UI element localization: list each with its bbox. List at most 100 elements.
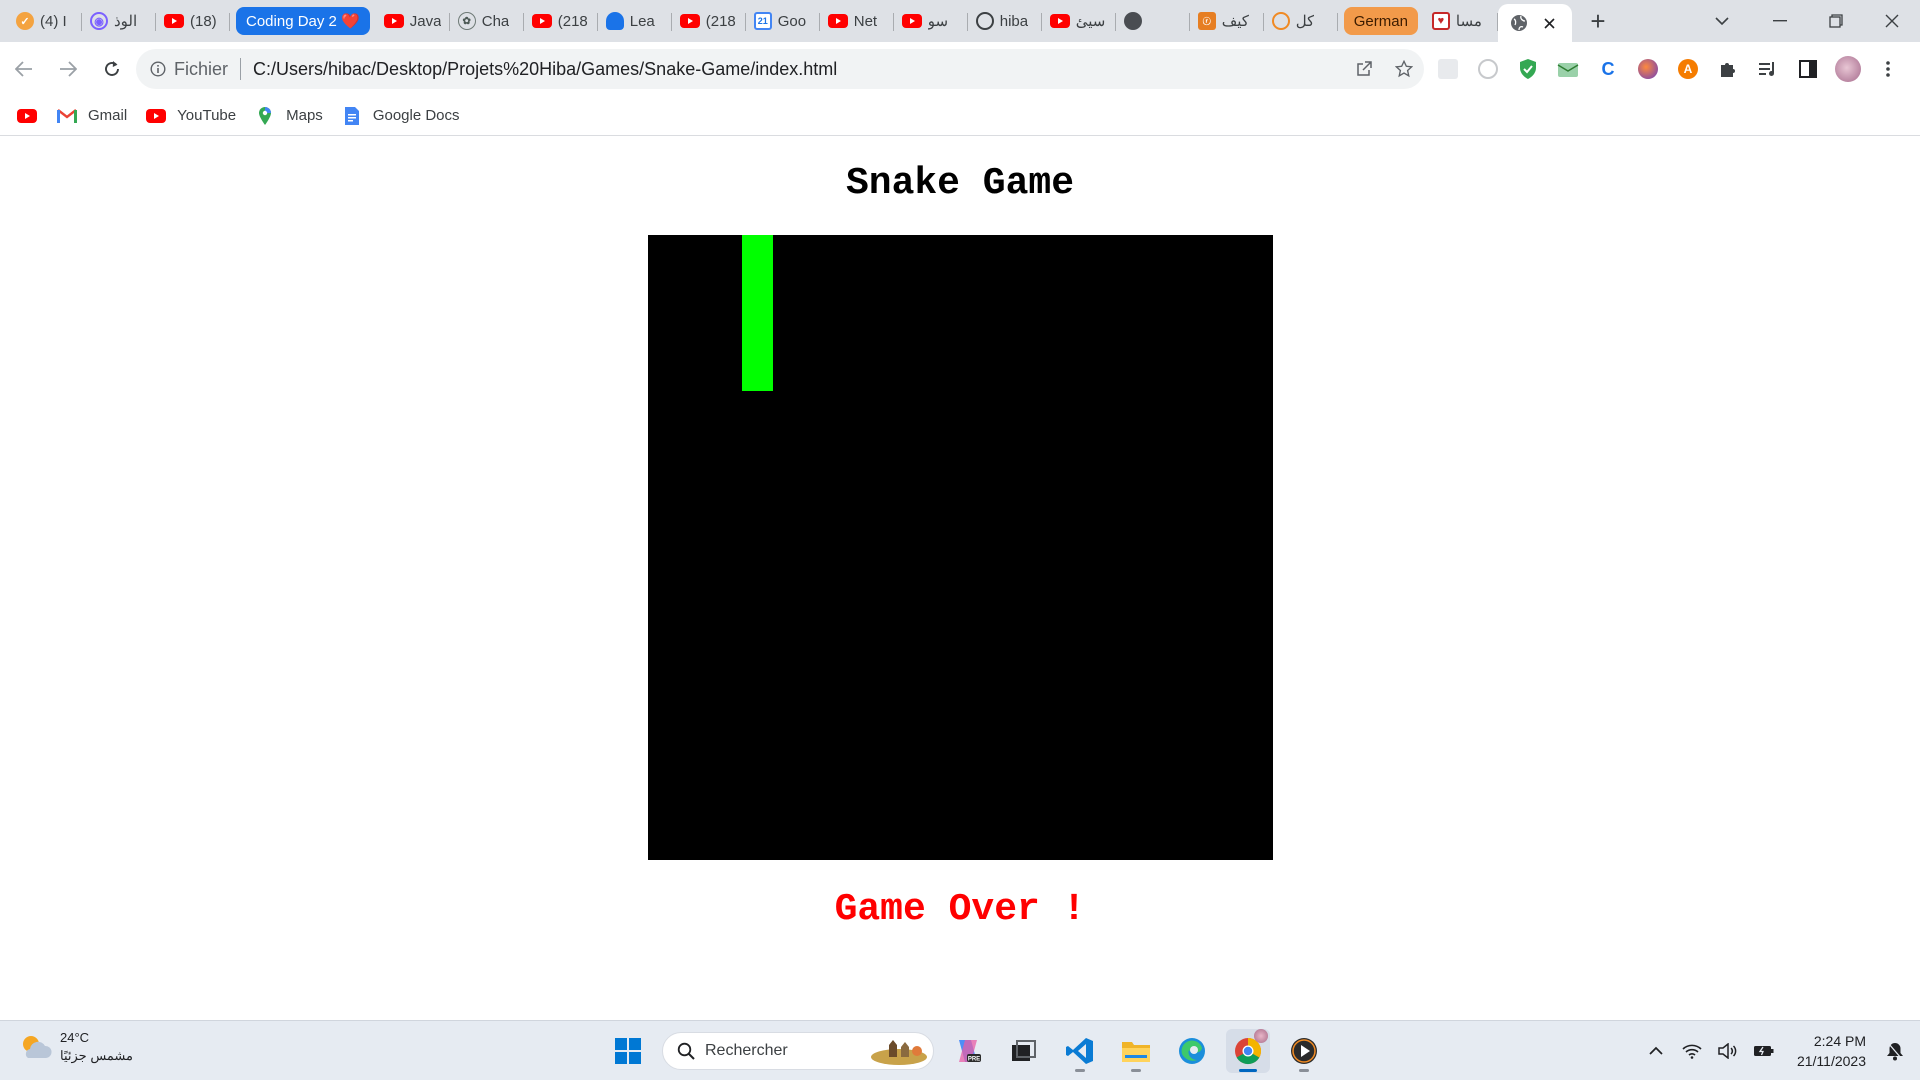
side-panel-button[interactable] xyxy=(1792,53,1824,85)
extension-shield-button[interactable] xyxy=(1512,53,1544,85)
game-over-message: Game Over ! xyxy=(834,888,1086,931)
extension-c-button[interactable]: C xyxy=(1592,53,1624,85)
taskbar-search-box[interactable]: Rechercher xyxy=(662,1032,934,1070)
media-controls-button[interactable] xyxy=(1752,53,1784,85)
taskbar-chrome[interactable] xyxy=(1226,1029,1270,1073)
tab[interactable]: ⓡ كيف xyxy=(1190,5,1264,37)
close-window-button[interactable] xyxy=(1864,0,1920,42)
extension-firefox-like-button[interactable] xyxy=(1632,53,1664,85)
taskbar-file-explorer[interactable] xyxy=(1114,1029,1158,1073)
tab-separator xyxy=(229,13,230,31)
site-info-button[interactable]: Fichier xyxy=(150,59,228,80)
taskbar-apps: Rechercher PRE xyxy=(606,1027,1326,1075)
bookmark-item[interactable] xyxy=(16,107,38,125)
tab[interactable]: Net xyxy=(820,5,894,37)
reload-button[interactable] xyxy=(92,49,132,89)
tab[interactable]: (218 xyxy=(672,5,746,37)
extension-orange-button[interactable]: A xyxy=(1672,53,1704,85)
tab[interactable]: ✓ (4) I xyxy=(8,5,82,37)
orange-circle-icon xyxy=(1271,12,1290,30)
snake-segment xyxy=(741,360,773,392)
tab[interactable]: Lea xyxy=(598,5,672,37)
taskbar-edge[interactable] xyxy=(1170,1029,1214,1073)
tab-title: Java xyxy=(409,12,442,30)
taskbar-media-player[interactable] xyxy=(1282,1029,1326,1073)
tab-group-chip[interactable]: German xyxy=(1343,7,1418,35)
tab[interactable]: ◉ الوذ xyxy=(82,5,156,37)
browser-menu-button[interactable] xyxy=(1872,53,1904,85)
search-highlight-image-icon xyxy=(871,1040,927,1065)
new-tab-button[interactable]: + xyxy=(1580,3,1616,39)
bookmark-star-button[interactable] xyxy=(1384,49,1424,89)
extension-mail-button[interactable] xyxy=(1552,53,1584,85)
extensions-menu-button[interactable] xyxy=(1712,53,1744,85)
tab-title: الوذ xyxy=(114,13,138,30)
bookmarks-bar: Gmail YouTube Maps Google Docs xyxy=(0,96,1920,136)
bookmark-icon-wrap xyxy=(254,106,276,125)
taskbar-clock[interactable]: 2:24 PM 21/11/2023 xyxy=(1797,1031,1866,1071)
bookmark-item[interactable]: Google Docs xyxy=(341,106,460,125)
tab[interactable]: 21 Goo xyxy=(746,5,820,37)
taskbar-copilot[interactable]: PRE xyxy=(946,1029,990,1073)
tab[interactable]: (18) xyxy=(156,5,230,37)
chevron-down-icon xyxy=(1715,17,1729,26)
youtube-icon xyxy=(827,14,848,28)
star-icon xyxy=(1395,60,1413,78)
extension-ghost-button[interactable] xyxy=(1472,53,1504,85)
tab[interactable]: كل xyxy=(1264,5,1338,37)
tab[interactable]: سو xyxy=(894,5,968,37)
tab[interactable]: Java xyxy=(376,5,450,37)
taskbar-task-view[interactable] xyxy=(1002,1029,1046,1073)
search-placeholder: Rechercher xyxy=(705,1042,788,1059)
wifi-button[interactable] xyxy=(1679,1038,1705,1064)
tab[interactable]: hiba xyxy=(968,5,1042,37)
share-button[interactable] xyxy=(1344,49,1384,89)
arrow-right-icon xyxy=(60,61,77,77)
tab-title: Goo xyxy=(777,12,807,30)
speaker-icon xyxy=(1718,1043,1737,1059)
notifications-button[interactable] xyxy=(1882,1038,1908,1064)
purple-orange-orb-icon xyxy=(1638,59,1658,79)
tab-active[interactable] xyxy=(1497,4,1572,42)
back-button[interactable] xyxy=(4,49,44,89)
minimize-button[interactable] xyxy=(1752,0,1808,42)
volume-button[interactable] xyxy=(1715,1038,1741,1064)
forward-button[interactable] xyxy=(48,49,88,89)
tab-title: مسا xyxy=(1455,13,1482,30)
tab[interactable] xyxy=(1116,5,1190,37)
extension-blank-button[interactable] xyxy=(1432,53,1464,85)
tab[interactable]: سيئ xyxy=(1042,5,1116,37)
bookmark-item[interactable]: Gmail xyxy=(56,107,127,125)
tab-close-button[interactable] xyxy=(1544,17,1555,29)
battery-charging-icon xyxy=(1753,1046,1774,1056)
tab[interactable]: (218 xyxy=(524,5,598,37)
start-button[interactable] xyxy=(606,1029,650,1073)
orange-check-icon: ✓ xyxy=(16,12,34,30)
tab[interactable]: ♥ مسا xyxy=(1424,5,1498,37)
profile-button[interactable] xyxy=(1832,53,1864,85)
bookmark-icon-wrap xyxy=(341,106,363,125)
restore-button[interactable] xyxy=(1808,0,1864,42)
page-title: Snake Game xyxy=(845,162,1075,205)
clock-time: 2:24 PM xyxy=(1813,1033,1866,1049)
minimize-icon xyxy=(1773,20,1787,22)
weather-condition: مشمس جزئيًا xyxy=(60,1048,133,1063)
restore-icon xyxy=(1829,14,1843,28)
bookmark-icon-wrap xyxy=(16,107,38,125)
game-board xyxy=(648,235,1273,860)
address-bar[interactable]: Fichier C:/Users/hibac/Desktop/Projets%2… xyxy=(136,49,1424,89)
page-content: Snake Game Game Over ! xyxy=(0,136,1920,1020)
tab[interactable]: ✿ Cha xyxy=(450,5,524,37)
tab-group-chip[interactable]: Coding Day 2 ❤️ xyxy=(236,7,370,35)
weather-widget[interactable]: 24°C مشمس جزئيًا xyxy=(18,1029,133,1065)
url-text[interactable]: C:/Users/hibac/Desktop/Projets%20Hiba/Ga… xyxy=(253,59,1344,80)
playlist-icon xyxy=(1759,62,1774,76)
bookmark-label: Google Docs xyxy=(372,107,460,124)
bookmark-item[interactable]: YouTube xyxy=(145,107,236,125)
orange-a-icon: A xyxy=(1678,59,1698,79)
taskbar-vscode[interactable] xyxy=(1058,1029,1102,1073)
bookmark-item[interactable]: Maps xyxy=(254,106,323,125)
battery-button[interactable] xyxy=(1751,1038,1777,1064)
tab-search-button[interactable] xyxy=(1704,4,1740,38)
show-hidden-icons-button[interactable] xyxy=(1643,1038,1669,1064)
